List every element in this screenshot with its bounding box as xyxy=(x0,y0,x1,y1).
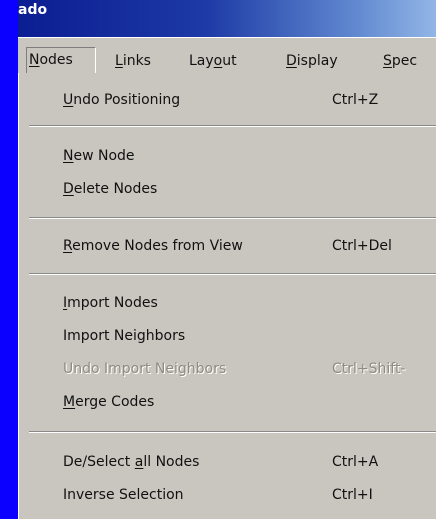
menu-item-inverse-selection[interactable]: Inverse Selection xyxy=(63,483,184,507)
menu-links[interactable]: Links xyxy=(115,49,151,73)
menu-nodes-access-key: N xyxy=(29,52,40,68)
import-neighbors-label: Import Neighbors xyxy=(63,328,186,344)
menu-item-import-neighbors[interactable]: Import Neighbors xyxy=(63,324,185,348)
window-title: ado xyxy=(18,2,48,18)
shortcut-undo-import-neighbors: Ctrl+Shift- xyxy=(332,361,406,377)
deselect-all-prefix: De/Select xyxy=(63,454,135,470)
undo-positioning-label-rest: ndo Positioning xyxy=(73,92,181,108)
menu-layout[interactable]: Layout xyxy=(189,49,237,73)
remove-nodes-label-rest: emove Nodes from View xyxy=(72,238,243,254)
delete-nodes-label-rest: elete Nodes xyxy=(73,181,158,197)
window-titlebar[interactable]: ado xyxy=(18,0,436,37)
menu-spec-label-rest: pec xyxy=(391,53,418,69)
shortcut-remove-nodes-from-view: Ctrl+Del xyxy=(332,238,392,254)
merge-codes-access-key: M xyxy=(63,394,76,410)
new-node-label-rest: ew Node xyxy=(73,148,135,164)
inverse-selection-label: Inverse Selection xyxy=(63,487,184,503)
menu-display-label-rest: isplay xyxy=(296,53,338,69)
menu-item-undo-positioning[interactable]: Undo Positioning xyxy=(63,88,180,112)
menu-spec-access-key: S xyxy=(383,53,392,69)
menu-item-import-nodes[interactable]: Import Nodes xyxy=(63,291,158,315)
menu-item-remove-nodes-from-view[interactable]: Remove Nodes from View xyxy=(63,234,243,258)
menu-item-undo-import-neighbors: Undo Import Neighbors xyxy=(63,357,226,381)
menu-separator xyxy=(29,273,436,275)
menu-display[interactable]: Display xyxy=(286,49,338,73)
menu-item-deselect-all-nodes[interactable]: De/Select all Nodes xyxy=(63,450,199,474)
shortcut-inverse-selection: Ctrl+I xyxy=(332,487,373,503)
menu-nodes-label-rest: odes xyxy=(39,52,73,68)
new-node-access-key: N xyxy=(63,148,74,164)
menu-item-merge-codes[interactable]: Merge Codes xyxy=(63,390,154,414)
menu-links-access-key: L xyxy=(115,53,123,69)
menu-display-access-key: D xyxy=(286,53,297,69)
deselect-all-label-rest: ll Nodes xyxy=(143,454,200,470)
shortcut-deselect-all-nodes: Ctrl+A xyxy=(332,454,379,470)
menu-layout-prefix: Lay xyxy=(189,53,214,69)
menu-bar: Nodes Links Layout Display Spec xyxy=(18,37,436,74)
delete-nodes-access-key: D xyxy=(63,181,74,197)
menu-separator xyxy=(29,125,436,127)
remove-nodes-access-key: R xyxy=(63,238,73,254)
merge-codes-label-rest: erge Codes xyxy=(75,394,155,410)
menu-nodes[interactable]: Nodes xyxy=(26,47,96,74)
menu-links-label-rest: inks xyxy=(122,53,151,69)
menu-separator xyxy=(29,217,436,219)
undo-import-neighbors-label: Undo Import Neighbors xyxy=(63,361,227,377)
menu-item-new-node[interactable]: New Node xyxy=(63,144,135,168)
import-nodes-label-rest: mport Nodes xyxy=(67,295,158,311)
menu-item-delete-nodes[interactable]: Delete Nodes xyxy=(63,177,157,201)
undo-positioning-access-key: U xyxy=(63,92,74,108)
menu-spec[interactable]: Spec xyxy=(383,49,417,73)
shortcut-undo-positioning: Ctrl+Z xyxy=(332,92,379,108)
menu-layout-access-key: o xyxy=(213,53,223,69)
menu-layout-label-rest: ut xyxy=(222,53,237,69)
nodes-dropdown-menu: Undo Positioning Ctrl+Z New Node Delete … xyxy=(18,73,436,519)
menu-separator xyxy=(29,431,436,433)
application-screen: ado Nodes Links Layout Display Spec Undo… xyxy=(0,0,436,519)
